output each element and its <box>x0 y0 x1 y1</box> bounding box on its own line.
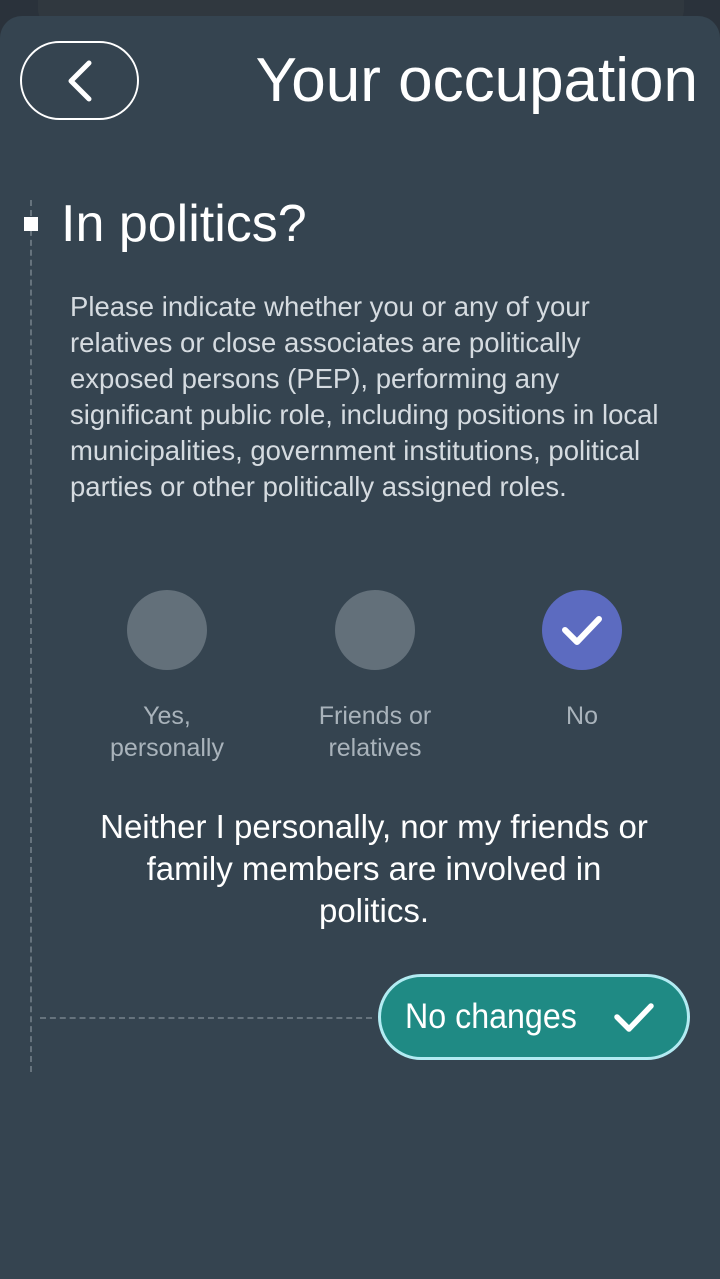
step-marker <box>24 217 38 231</box>
page-title: Your occupation <box>255 46 698 115</box>
no-changes-label: No changes <box>405 997 577 1036</box>
option-radio-selected[interactable] <box>542 590 622 670</box>
section-description: Please indicate whether you or any of yo… <box>70 291 659 502</box>
option-no[interactable]: No <box>482 590 682 732</box>
step-timeline-line <box>30 200 32 1072</box>
checkmark-icon <box>562 616 602 645</box>
section-title: In politics? <box>61 195 307 253</box>
no-changes-button[interactable]: No changes <box>378 974 690 1060</box>
option-yes-personally[interactable]: Yes, personally <box>67 590 267 764</box>
checkmark-icon <box>614 1003 654 1032</box>
back-button[interactable] <box>20 41 139 120</box>
option-label: Friends or relatives <box>318 702 432 762</box>
step-connector-line <box>40 1017 372 1019</box>
option-radio[interactable] <box>127 590 207 670</box>
option-friends-or-relatives[interactable]: Friends or relatives <box>275 590 475 764</box>
chevron-left-icon <box>68 60 91 101</box>
selection-statement: Neither I personally, nor my friends or … <box>100 808 648 929</box>
option-radio[interactable] <box>335 590 415 670</box>
option-label: No <box>566 702 598 730</box>
option-label: Yes, personally <box>110 702 224 762</box>
